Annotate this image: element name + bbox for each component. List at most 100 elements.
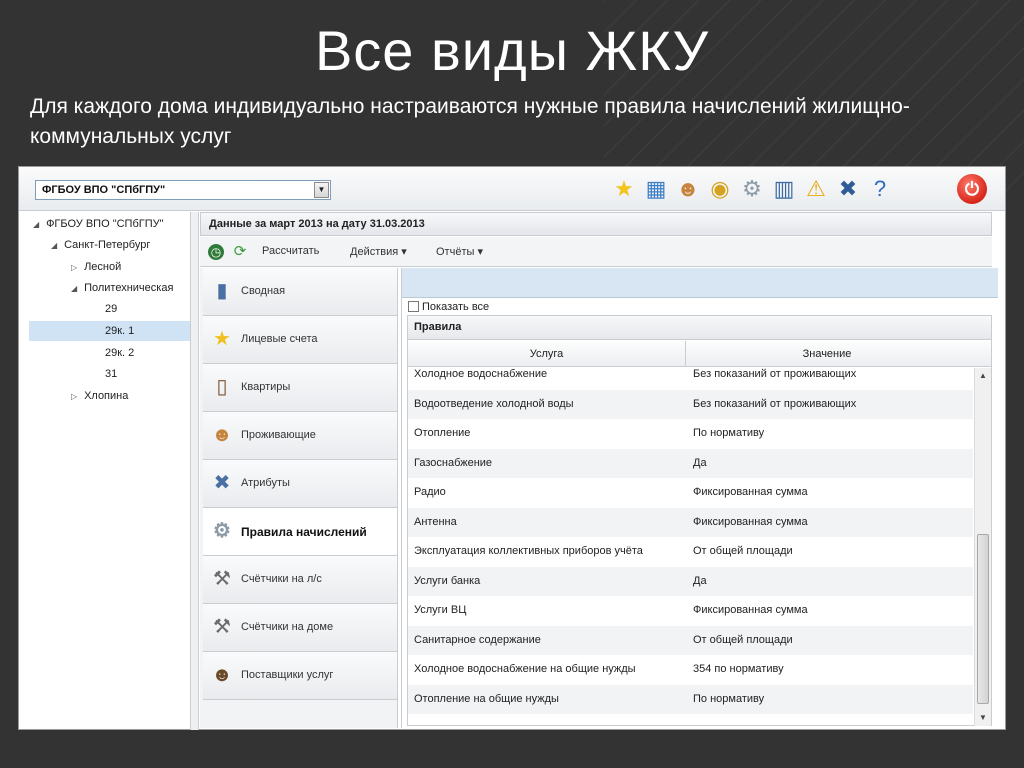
users-icon[interactable]: ☻	[673, 173, 703, 205]
star-icon[interactable]: ★	[609, 173, 639, 205]
scroll-up-icon[interactable]: ▲	[975, 368, 991, 384]
table-row[interactable]: Радио Фиксированная сумма	[408, 478, 973, 508]
top-toolbar: ФГБОУ ВПО "СПбГПУ" ▼ ★ ▦ ☻ ◉ ⚙ ▥ ⚠ ✖ ? ⏻	[19, 167, 1005, 211]
tree-city-label: Санкт-Петербург	[64, 239, 151, 251]
tree-house-label: 29к. 1	[105, 325, 135, 337]
tree-house[interactable]: 29	[105, 299, 117, 319]
collapsed-arrow-icon[interactable]: ▷	[71, 258, 81, 278]
warning-icon[interactable]: ⚠	[801, 173, 831, 205]
chevron-down-icon[interactable]: ▼	[314, 182, 329, 198]
actions-menu-button[interactable]: Действия ▾	[350, 245, 407, 258]
rules-panel-title: Правила	[408, 316, 991, 340]
nav-item-attributes[interactable]: ✖ Атрибуты	[203, 460, 397, 508]
cell-value[interactable]: От общей площади	[693, 545, 793, 557]
cell-value[interactable]: Без показаний от проживающих	[693, 368, 856, 380]
nav-item-suppliers[interactable]: ☻ Поставщики услуг	[203, 652, 397, 700]
nav-item-label: Поставщики услуг	[241, 669, 334, 681]
cell-value[interactable]: Да	[693, 457, 707, 469]
tree-root-label: ФГБОУ ВПО "СПбГПУ"	[46, 218, 164, 230]
cell-value[interactable]: От общей площади	[693, 634, 793, 646]
tree-district-khlopina[interactable]: ▷ Хлопина	[71, 386, 128, 406]
show-all-checkbox[interactable]: Показать все	[408, 301, 489, 313]
book-icon: ▮	[216, 280, 228, 302]
tree-district-label: Лесной	[84, 261, 122, 273]
vertical-scrollbar[interactable]: ▲ ▼	[974, 368, 991, 726]
cell-value[interactable]: 354 по нормативу	[693, 663, 784, 675]
table-row[interactable]: Эксплуатация коллективных приборов учёта…	[408, 537, 973, 567]
tree-house[interactable]: 31	[105, 364, 117, 384]
city-icon[interactable]: ▥	[769, 173, 799, 205]
table-row[interactable]: Холодное водоснабжение Без показаний от п…	[408, 368, 973, 390]
tools-icon: ✖	[213, 472, 231, 494]
calculate-button[interactable]: Рассчитать	[262, 245, 319, 257]
cell-service: Санитарное содержание	[414, 633, 541, 646]
expanded-arrow-icon[interactable]: ◢	[33, 215, 43, 235]
table-row[interactable]: Антенна Фиксированная сумма	[408, 507, 973, 537]
cell-value[interactable]: Фиксированная сумма	[693, 486, 808, 498]
rules-panel: Правила Услуга Значение Холодное водосна…	[407, 315, 992, 726]
nav-item-accounts[interactable]: ★ Лицевые счета	[203, 316, 397, 364]
table-row[interactable]: Газоснабжение Да	[408, 448, 973, 478]
house-tree: ◢ ФГБОУ ВПО "СПбГПУ" ◢ Санкт-Петербург ▷…	[19, 212, 191, 730]
cell-value[interactable]: Фиксированная сумма	[693, 516, 808, 528]
cell-value[interactable]: По нормативу	[693, 427, 764, 439]
reports-menu-button[interactable]: Отчёты ▾	[436, 245, 483, 258]
table-row[interactable]: Услуги ВЦ Фиксированная сумма	[408, 596, 973, 626]
organization-select-value: ФГБОУ ВПО "СПбГПУ"	[42, 184, 166, 196]
checkbox-box[interactable]	[408, 301, 419, 312]
tree-district-lesnoy[interactable]: ▷ Лесной	[71, 257, 121, 277]
magnifier-gear-icon[interactable]: ⚙	[737, 173, 767, 205]
nav-item-charge-rules[interactable]: ⚙ Правила начислений	[203, 508, 397, 556]
cell-value[interactable]: Фиксированная сумма	[693, 604, 808, 616]
tree-root[interactable]: ◢ ФГБОУ ВПО "СПбГПУ"	[33, 214, 164, 234]
cell-service: Услуги банка	[414, 574, 481, 587]
expanded-arrow-icon[interactable]: ◢	[71, 279, 81, 299]
nav-item-residents[interactable]: ☻ Проживающие	[203, 412, 397, 460]
coins-icon[interactable]: ◉	[705, 173, 735, 205]
nav-item-house-meters[interactable]: ⚒ Счётчики на доме	[203, 604, 397, 652]
cell-value[interactable]: Без показаний от проживающих	[693, 398, 856, 410]
table-row[interactable]: Холодное водоснабжение на общие нужды 354…	[408, 655, 973, 685]
panel-splitter[interactable]	[191, 212, 199, 730]
refresh-icon[interactable]: ⟳	[232, 244, 248, 260]
nav-item-label: Правила начислений	[241, 525, 367, 539]
nav-item-summary[interactable]: ▮ Сводная	[203, 268, 397, 316]
tree-city[interactable]: ◢ Санкт-Петербург	[51, 235, 150, 255]
scrollbar-thumb[interactable]	[977, 534, 989, 704]
history-icon[interactable]: ◷	[208, 244, 224, 260]
help-icon[interactable]: ?	[865, 173, 895, 205]
collapsed-arrow-icon[interactable]: ▷	[71, 387, 81, 407]
nav-item-label: Счётчики на л/с	[241, 573, 322, 585]
tools-icon[interactable]: ✖	[833, 173, 863, 205]
rules-grid-body: Холодное водоснабжение Без показаний от п…	[408, 368, 973, 726]
power-icon[interactable]: ⏻	[957, 174, 987, 204]
organization-select[interactable]: ФГБОУ ВПО "СПбГПУ" ▼	[35, 180, 331, 200]
users-icon: ☻	[211, 424, 233, 446]
nav-item-label: Сводная	[241, 285, 286, 297]
app-window: ФГБОУ ВПО "СПбГПУ" ▼ ★ ▦ ☻ ◉ ⚙ ▥ ⚠ ✖ ? ⏻…	[18, 166, 1006, 730]
tree-house[interactable]: 29к. 2	[105, 343, 134, 363]
tree-district-polytech[interactable]: ◢ Политехническая	[71, 278, 173, 298]
column-header-service[interactable]: Услуга	[408, 341, 686, 367]
tree-house-selected[interactable]: 29к. 1	[29, 321, 190, 341]
cell-value[interactable]: По нормативу	[693, 693, 764, 705]
table-row[interactable]: Санитарное содержание От общей площади	[408, 625, 973, 655]
meter-icon: ⚒	[213, 616, 231, 638]
cell-service: Холодное водоснабжение на общие нужды	[414, 663, 636, 675]
building-icon[interactable]: ▦	[641, 173, 671, 205]
cell-service: Водоотведение холодной воды	[414, 397, 574, 410]
table-row[interactable]: Отопление По нормативу	[408, 419, 973, 449]
slide-subtitle: Для каждого дома индивидуально настраива…	[30, 95, 910, 148]
expanded-arrow-icon[interactable]: ◢	[51, 236, 61, 256]
table-row[interactable]: Отопление на общие нужды По нормативу	[408, 684, 973, 714]
column-header-value[interactable]: Значение	[687, 341, 967, 367]
cell-value[interactable]: Да	[693, 575, 707, 587]
tree-house-label: 31	[105, 368, 118, 380]
tree-district-label: Политехническая	[84, 282, 174, 294]
table-row[interactable]: Водоотведение холодной воды Без показаний…	[408, 389, 973, 419]
table-row[interactable]: Услуги банка Да	[408, 566, 973, 596]
nav-item-apartments[interactable]: ▯ Квартиры	[203, 364, 397, 412]
nav-item-account-meters[interactable]: ⚒ Счётчики на л/с	[203, 556, 397, 604]
scroll-down-icon[interactable]: ▼	[975, 710, 991, 726]
period-header: Данные за март 2013 на дату 31.03.2013	[200, 212, 992, 236]
